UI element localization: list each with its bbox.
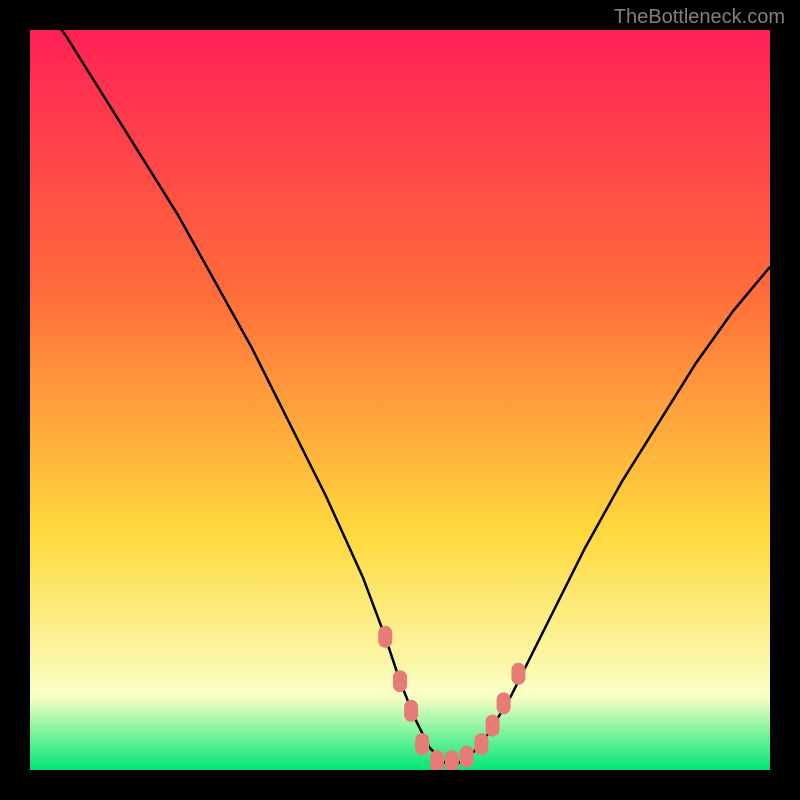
data-marker xyxy=(415,733,429,755)
watermark-text: TheBottleneck.com xyxy=(614,6,785,29)
data-marker xyxy=(393,670,407,692)
data-marker xyxy=(404,700,418,722)
chart-container: TheBottleneck.com xyxy=(0,0,800,800)
data-marker xyxy=(497,692,511,714)
curve-layer xyxy=(30,30,770,770)
data-marker xyxy=(474,733,488,755)
data-marker xyxy=(378,626,392,648)
data-marker xyxy=(486,715,500,737)
bottleneck-curve xyxy=(30,30,770,763)
data-marker xyxy=(511,663,525,685)
data-marker xyxy=(445,750,459,770)
data-markers xyxy=(378,626,525,770)
data-marker xyxy=(430,750,444,770)
plot-area xyxy=(30,30,770,770)
data-marker xyxy=(460,746,474,768)
